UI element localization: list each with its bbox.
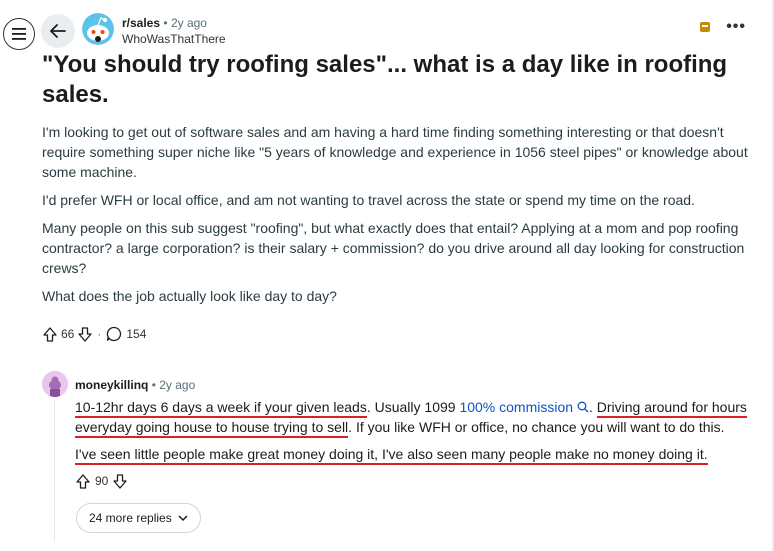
post-paragraph: Many people on this sub suggest "roofing… [42, 220, 745, 276]
search-link[interactable]: 100% commission [459, 399, 589, 415]
subreddit-avatar[interactable] [82, 13, 114, 45]
actions-separator: · [97, 327, 102, 341]
search-icon [577, 401, 589, 413]
post-body: I'm looking to get out of software sales… [42, 122, 754, 314]
underlined-text: I've seen little people make great money… [75, 446, 708, 465]
commenter-avatar[interactable] [42, 371, 68, 397]
post-paragraph: I'd prefer WFH or local office, and am n… [42, 192, 695, 208]
comment-text: . If you like WFH or office, no chance y… [348, 419, 725, 435]
upvote-count: 66 [61, 327, 75, 341]
downvote-icon[interactable] [78, 326, 93, 342]
meta-dot: • [151, 378, 156, 392]
thread-line[interactable] [54, 400, 55, 542]
search-link-text[interactable]: 100% commission [459, 399, 573, 415]
comment-count: 154 [126, 327, 147, 341]
comment-paragraph: I've seen little people make great money… [75, 444, 765, 465]
award-icon[interactable] [698, 20, 712, 34]
comment-actions: 90 [76, 471, 128, 491]
post-paragraph: I'm looking to get out of software sales… [42, 124, 748, 180]
more-replies-label: 24 more replies [89, 511, 172, 525]
post-title: "You should try roofing sales"... what i… [42, 51, 728, 108]
more-replies-button[interactable]: 24 more replies [76, 503, 201, 533]
user-avatar-icon [42, 371, 68, 397]
snoo-icon [82, 13, 114, 45]
menu-button[interactable] [3, 18, 35, 50]
arrow-left-icon [50, 24, 66, 38]
upvote-icon[interactable] [76, 473, 90, 489]
post-actions: 66 · 154 [43, 324, 150, 344]
comment-text: . [588, 399, 597, 415]
top-actions: ••• [698, 19, 746, 35]
comment-meta: moneykillinq • 2y ago [75, 377, 195, 393]
subreddit-link[interactable]: r/sales [122, 16, 160, 30]
hamburger-icon [12, 28, 26, 40]
comment-body: 10-12hr days 6 days a week if your given… [75, 397, 765, 471]
comment-text: . Usually 1099 [366, 399, 460, 415]
post-meta: r/sales • 2y ago WhoWasThatThere [122, 15, 226, 47]
more-options-icon[interactable]: ••• [726, 19, 746, 35]
meta-dot: • [163, 16, 168, 30]
comment-upvote-count: 90 [95, 474, 109, 488]
back-button[interactable] [41, 14, 75, 48]
underlined-text: 10-12hr days 6 days a week if your given… [75, 399, 367, 418]
comment-author[interactable]: moneykillinq [75, 378, 148, 392]
comment-paragraph: 10-12hr days 6 days a week if your given… [75, 397, 765, 438]
chevron-down-icon [178, 514, 188, 521]
comment-icon[interactable] [106, 326, 122, 342]
downvote-icon[interactable] [113, 473, 128, 489]
post-age: 2y ago [170, 16, 207, 30]
post-paragraph: What does the job actually look like day… [42, 288, 337, 304]
upvote-icon[interactable] [43, 326, 57, 342]
comment-age: 2y ago [159, 378, 196, 392]
post-author[interactable]: WhoWasThatThere [122, 31, 226, 47]
